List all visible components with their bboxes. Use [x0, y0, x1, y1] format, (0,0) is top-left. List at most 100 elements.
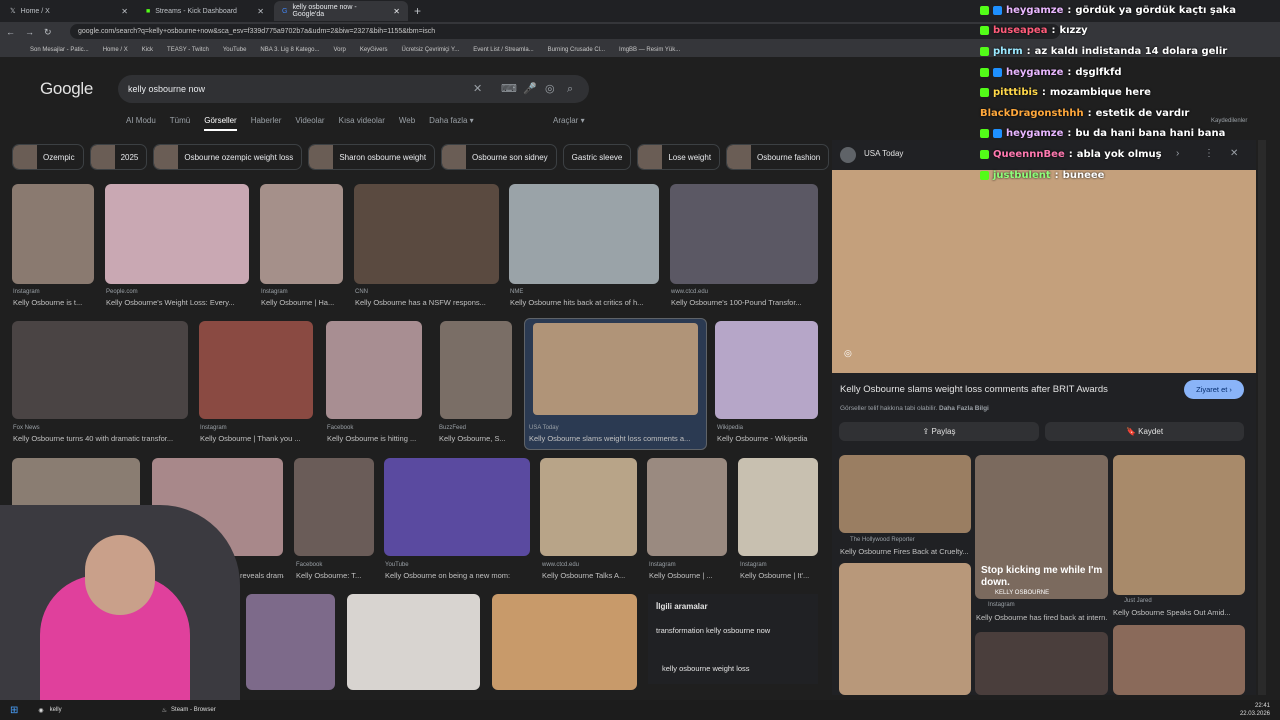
close-tab-icon[interactable]: ✕ — [393, 7, 400, 16]
tab-kick[interactable]: ■ Streams - Kick Dashboard ✕ — [138, 1, 272, 21]
bookmark-item[interactable]: YouTube — [223, 47, 247, 53]
result-image[interactable] — [715, 321, 818, 419]
result-title[interactable]: Kelly Osbourne's 100-Pound Transfor... — [671, 298, 819, 307]
related-item[interactable]: transformation kelly osbourne now — [656, 626, 770, 635]
related-image[interactable] — [975, 632, 1108, 695]
chip[interactable]: Sharon osbourne weight — [308, 144, 436, 170]
save-button[interactable]: 🔖 Kaydet — [1045, 422, 1244, 441]
result-title[interactable]: Kelly Osbourne turns 40 with dramatic tr… — [13, 434, 189, 443]
preview-image[interactable] — [832, 170, 1256, 373]
visit-button[interactable]: Ziyaret et › — [1184, 380, 1244, 399]
result-image[interactable] — [492, 594, 637, 690]
bookmark-item[interactable]: Event List / Streamla... — [473, 47, 533, 53]
result-title[interactable]: Kelly Osbourne is hitting ... — [327, 434, 423, 443]
reload-icon[interactable]: ↻ — [44, 27, 52, 38]
learn-more-link[interactable]: Daha Fazla Bilgi — [939, 405, 989, 412]
result-image[interactable] — [540, 458, 637, 556]
result-title[interactable]: Kelly Osbourne has fired back at intern.… — [976, 613, 1108, 622]
related-item[interactable]: kelly osbourne weight loss — [662, 664, 750, 673]
windows-start-icon[interactable]: ⊞ — [10, 705, 18, 716]
scrollbar[interactable] — [1258, 140, 1266, 695]
panel-source[interactable]: USA Today — [864, 149, 903, 158]
bookmark-item[interactable]: ImgBB — Resim Yük... — [619, 47, 680, 53]
bookmark-item[interactable]: Burning Crusade Cl... — [548, 47, 605, 53]
bookmark-item[interactable]: Ücretsiz Çevrimiçi Y... — [402, 47, 460, 53]
chip[interactable]: 2025 — [89, 144, 148, 170]
bookmark-item[interactable]: TEASY - Twitch — [167, 47, 209, 53]
result-title[interactable]: Kelly Osbourne | Ha... — [261, 298, 344, 307]
tab-all[interactable]: Tümü — [170, 116, 190, 131]
result-image[interactable] — [354, 184, 499, 284]
google-logo[interactable]: Google — [40, 79, 93, 99]
search-input[interactable]: kelly osbourne now ✕ ⌨ 🎤 ◎ ⌕ — [118, 75, 589, 103]
tab-short-videos[interactable]: Kısa videolar — [339, 116, 385, 131]
result-title[interactable]: Kelly Osbourne on being a new mom: — [385, 571, 531, 580]
mic-icon[interactable]: 🎤 — [523, 75, 537, 103]
result-title[interactable]: Kelly Osbourne: T... — [296, 571, 376, 580]
taskbar-item[interactable]: Steam - Browser — [171, 707, 216, 713]
chip[interactable]: Osbourne ozempic weight loss — [153, 144, 303, 170]
result-image[interactable] — [294, 458, 374, 556]
chrome-icon[interactable]: ◉ — [38, 707, 43, 714]
clock[interactable]: 22:41 22.03.2026 — [1240, 702, 1270, 718]
chip[interactable]: Osbourne son sidney — [441, 144, 557, 170]
result-image[interactable] — [105, 184, 249, 284]
result-title[interactable]: Kelly Osbourne Speaks Out Amid... — [1113, 608, 1245, 617]
result-image[interactable] — [246, 594, 335, 690]
result-image[interactable] — [384, 458, 530, 556]
result-title[interactable]: Kelly Osbourne | It'... — [740, 571, 820, 580]
tab-ai-mode[interactable]: AI Modu — [126, 116, 156, 131]
related-image[interactable] — [1113, 455, 1245, 595]
clear-icon[interactable]: ✕ — [473, 75, 482, 103]
close-tab-icon[interactable]: ✕ — [257, 7, 264, 16]
new-tab-icon[interactable]: + — [414, 4, 421, 18]
result-title[interactable]: Kelly Osbourne hits back at critics of h… — [510, 298, 660, 307]
result-title[interactable]: reveals dramatic ... — [240, 571, 284, 580]
chip[interactable]: Ozempic — [12, 144, 84, 170]
related-image[interactable] — [1113, 625, 1245, 695]
bookmark-item[interactable]: Home / X — [103, 47, 128, 53]
result-title[interactable]: Kelly Osbourne | ... — [649, 571, 729, 580]
result-image[interactable] — [260, 184, 343, 284]
result-title[interactable]: Kelly Osbourne Fires Back at Cruelty... — [840, 547, 972, 556]
bookmark-item[interactable]: NBA 3. Lig 8 Katego... — [260, 47, 319, 53]
result-image[interactable] — [509, 184, 659, 284]
steam-icon[interactable]: ♨ — [162, 707, 167, 714]
bookmark-item[interactable]: Son Mesajlar - Patic... — [30, 47, 89, 53]
share-button[interactable]: ⇪ Paylaş — [839, 422, 1039, 441]
result-image[interactable] — [12, 184, 94, 284]
close-tab-icon[interactable]: ✕ — [121, 7, 128, 16]
result-title[interactable]: Kelly Osbourne's Weight Loss: Every... — [106, 298, 250, 307]
result-title[interactable]: Kelly Osbourne - Wikipedia — [717, 434, 818, 443]
tab-news[interactable]: Haberler — [251, 116, 282, 131]
result-image[interactable] — [326, 321, 422, 419]
result-title[interactable]: Kelly Osbourne, S... — [439, 434, 515, 443]
taskbar-item[interactable]: kelly — [50, 707, 62, 713]
chip[interactable]: Gastric sleeve — [562, 144, 632, 170]
result-title[interactable]: Kelly Osbourne | Thank you ... — [200, 434, 314, 443]
result-title[interactable]: Kelly Osbourne Talks A... — [542, 571, 638, 580]
forward-icon[interactable]: → — [25, 27, 34, 37]
result-image[interactable] — [647, 458, 727, 556]
back-icon[interactable]: ← — [6, 27, 15, 37]
bookmark-item[interactable]: Kick — [142, 47, 153, 53]
related-image[interactable] — [839, 455, 971, 533]
result-title[interactable]: Kelly Osbourne slams weight loss comment… — [529, 434, 701, 443]
tab-videos[interactable]: Videolar — [295, 116, 324, 131]
tab-more[interactable]: Daha fazla ▾ — [429, 116, 473, 131]
address-bar[interactable]: google.com/search?q=kelly+osbourne+now&s… — [70, 24, 1060, 39]
result-image[interactable] — [199, 321, 313, 419]
result-image[interactable] — [347, 594, 480, 690]
bookmark-item[interactable]: Vorp — [333, 47, 345, 53]
panel-title[interactable]: Kelly Osbourne slams weight loss comment… — [840, 384, 1180, 395]
search-icon[interactable]: ⌕ — [567, 75, 573, 103]
related-image[interactable] — [839, 563, 971, 695]
tab-x[interactable]: 𝕏 Home / X ✕ — [2, 1, 136, 21]
bookmark-item[interactable]: KeyGivers — [360, 47, 388, 53]
tab-google[interactable]: Gkelly osbourne now - Google'da ✕ — [274, 1, 408, 21]
chip[interactable]: Lose weight — [637, 144, 721, 170]
result-image[interactable] — [670, 184, 818, 284]
keyboard-icon[interactable]: ⌨ — [501, 75, 517, 103]
lens-icon[interactable]: ◎ — [545, 75, 555, 103]
lens-icon[interactable]: ◎ — [844, 348, 852, 359]
